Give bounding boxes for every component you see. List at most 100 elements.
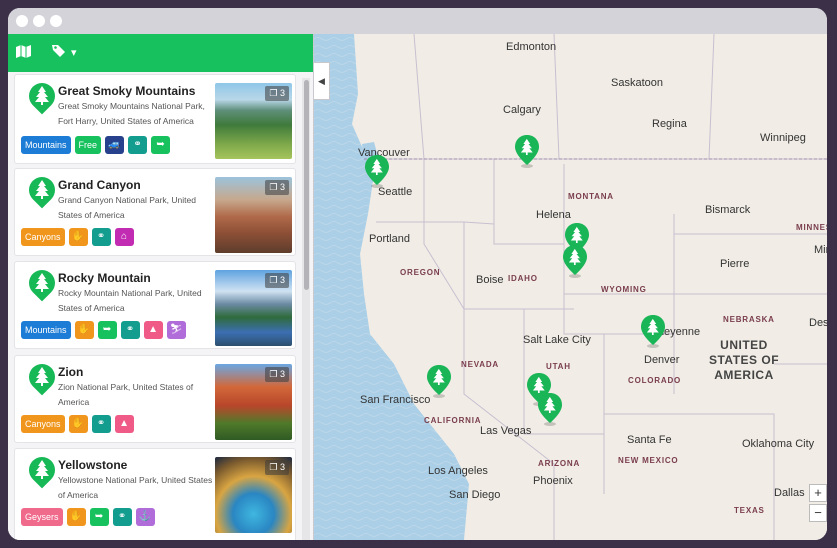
map-city-label: Denver (644, 354, 680, 366)
free-tag[interactable]: Free (74, 136, 102, 154)
list-item[interactable]: Grand Canyon Grand Canyon National Park, … (14, 168, 296, 256)
fish-icon[interactable]: ➥ (151, 136, 171, 154)
park-photo[interactable]: ❐ 3 (215, 83, 292, 159)
park-address: Zion National Park, United States of Ame… (58, 382, 194, 407)
photo-count-badge: ❐ 3 (265, 86, 289, 101)
tent-icon[interactable]: ▲ (143, 321, 163, 339)
map-city-label: Los Angeles (428, 465, 488, 477)
map-city-label: Helena (536, 209, 571, 221)
map-marker[interactable] (562, 244, 588, 278)
map-city-label: Portland (369, 233, 410, 245)
photo-count: 3 (279, 462, 285, 472)
ski-icon[interactable]: ⛷ (166, 321, 186, 339)
map-marker[interactable] (640, 314, 666, 348)
map-state-label: CALIFORNIA (424, 416, 482, 425)
map-state-label: NEVADA (461, 360, 499, 369)
photo-count: 3 (279, 369, 285, 379)
bike-icon[interactable]: ⚭ (112, 508, 132, 526)
tree-icon (34, 366, 50, 386)
map-icon[interactable] (16, 44, 31, 62)
map-marker[interactable] (364, 154, 390, 188)
sidebar: ▾ Great Smoky Mountains Great Smoky Mount… (8, 34, 314, 540)
map-state-label: MINNESO (796, 223, 827, 232)
park-address: Rocky Mountain National Park, United Sta… (58, 288, 202, 313)
park-photo[interactable]: ❐ 3 (215, 364, 292, 440)
category-tag[interactable]: Mountains (21, 136, 71, 154)
tree-icon (34, 459, 50, 479)
hiking-icon[interactable]: ✋ (74, 321, 94, 339)
map-city-label: Dallas (774, 487, 805, 499)
map-city-label: San Francisco (360, 394, 431, 406)
hiking-icon[interactable]: ✋ (68, 228, 88, 246)
tree-icon (34, 179, 50, 199)
photo-count-badge: ❐ 3 (265, 460, 289, 475)
map-city-label: Las Vegas (480, 425, 532, 437)
map-city-label: Bismarck (705, 204, 751, 216)
park-title[interactable]: Zion (58, 365, 83, 379)
category-tag[interactable]: Canyons (21, 415, 65, 433)
list-item[interactable]: Zion Zion National Park, United States of… (14, 355, 296, 443)
map-city-label: Saskatoon (611, 77, 663, 89)
map-state-label: OREGON (400, 268, 441, 277)
window-dot[interactable] (16, 15, 28, 27)
photo-count: 3 (279, 182, 285, 192)
collapse-sidebar-button[interactable]: ◀ (314, 62, 330, 100)
bike-icon[interactable]: ⚭ (91, 415, 111, 433)
park-tags: Mountains Free 🚙 ⚭ ➥ (21, 136, 171, 154)
map-city-label: Regina (652, 118, 687, 130)
category-tag[interactable]: Canyons (21, 228, 65, 246)
photo-count: 3 (279, 88, 285, 98)
tree-icon (34, 272, 50, 292)
map-marker[interactable] (426, 364, 452, 398)
map-marker[interactable] (537, 392, 563, 426)
tent-icon[interactable]: ▲ (114, 415, 134, 433)
map-city-label: Salt Lake City (523, 334, 591, 346)
zoom-out-button[interactable]: − (809, 504, 827, 522)
map-city-label: Boise (476, 274, 504, 286)
map-state-label: WYOMING (601, 285, 647, 294)
camp-icon[interactable]: ⌂ (114, 228, 134, 246)
map-city-label: Winnipeg (760, 132, 806, 144)
window-dot[interactable] (50, 15, 62, 27)
map-marker[interactable] (514, 134, 540, 168)
photo-count-badge: ❐ 3 (265, 273, 289, 288)
bike-icon[interactable]: ⚭ (128, 136, 148, 154)
map-state-label: MONTANA (568, 192, 614, 201)
hiking-icon[interactable]: ✋ (68, 415, 88, 433)
hiking-icon[interactable]: ✋ (66, 508, 86, 526)
window-dot[interactable] (33, 15, 45, 27)
park-title[interactable]: Rocky Mountain (58, 271, 151, 285)
map-city-label: Calgary (503, 104, 541, 116)
park-photo[interactable]: ❐ 3 (215, 177, 292, 253)
map-city-label: Edmonton (506, 41, 557, 53)
fish-icon[interactable]: ➥ (97, 321, 117, 339)
park-tags: Canyons ✋ ⚭ ▲ (21, 415, 134, 433)
park-title[interactable]: Grand Canyon (58, 178, 141, 192)
list-item[interactable]: Great Smoky Mountains Great Smoky Mountai… (14, 74, 296, 164)
map-view[interactable]: Edmonton Saskatoon Calgary Regina Winnip… (314, 34, 827, 540)
category-tag[interactable]: Geysers (21, 508, 63, 526)
chevron-down-icon[interactable]: ▾ (71, 44, 77, 62)
park-photo[interactable]: ❐ 3 (215, 457, 292, 533)
car-icon[interactable]: 🚙 (105, 136, 125, 154)
tags-icon[interactable] (52, 44, 68, 62)
map-state-label: NEBRASKA (723, 315, 775, 324)
bike-icon[interactable]: ⚭ (120, 321, 140, 339)
scrollbar-thumb[interactable] (304, 80, 309, 290)
map-city-label: Oklahoma City (742, 438, 815, 450)
bike-icon[interactable]: ⚭ (91, 228, 111, 246)
park-tags: Mountains ✋ ➥ ⚭ ▲ ⛷ (21, 321, 186, 339)
fish-icon[interactable]: ➥ (89, 508, 109, 526)
list-item[interactable]: Yellowstone Yellowstone National Park, Un… (14, 448, 296, 540)
category-tag[interactable]: Mountains (21, 321, 71, 339)
tree-icon (34, 85, 50, 105)
park-title[interactable]: Great Smoky Mountains (58, 84, 195, 98)
list-item[interactable]: Rocky Mountain Rocky Mountain National Pa… (14, 261, 296, 349)
map-state-label: TEXAS (734, 506, 765, 515)
park-photo[interactable]: ❐ 3 (215, 270, 292, 346)
park-address: Grand Canyon National Park, United State… (58, 195, 196, 220)
map-state-label: NEW MEXICO (618, 456, 679, 465)
zoom-in-button[interactable]: + (809, 484, 827, 502)
park-title[interactable]: Yellowstone (58, 458, 127, 472)
anchor-icon[interactable]: ⚓ (135, 508, 155, 526)
